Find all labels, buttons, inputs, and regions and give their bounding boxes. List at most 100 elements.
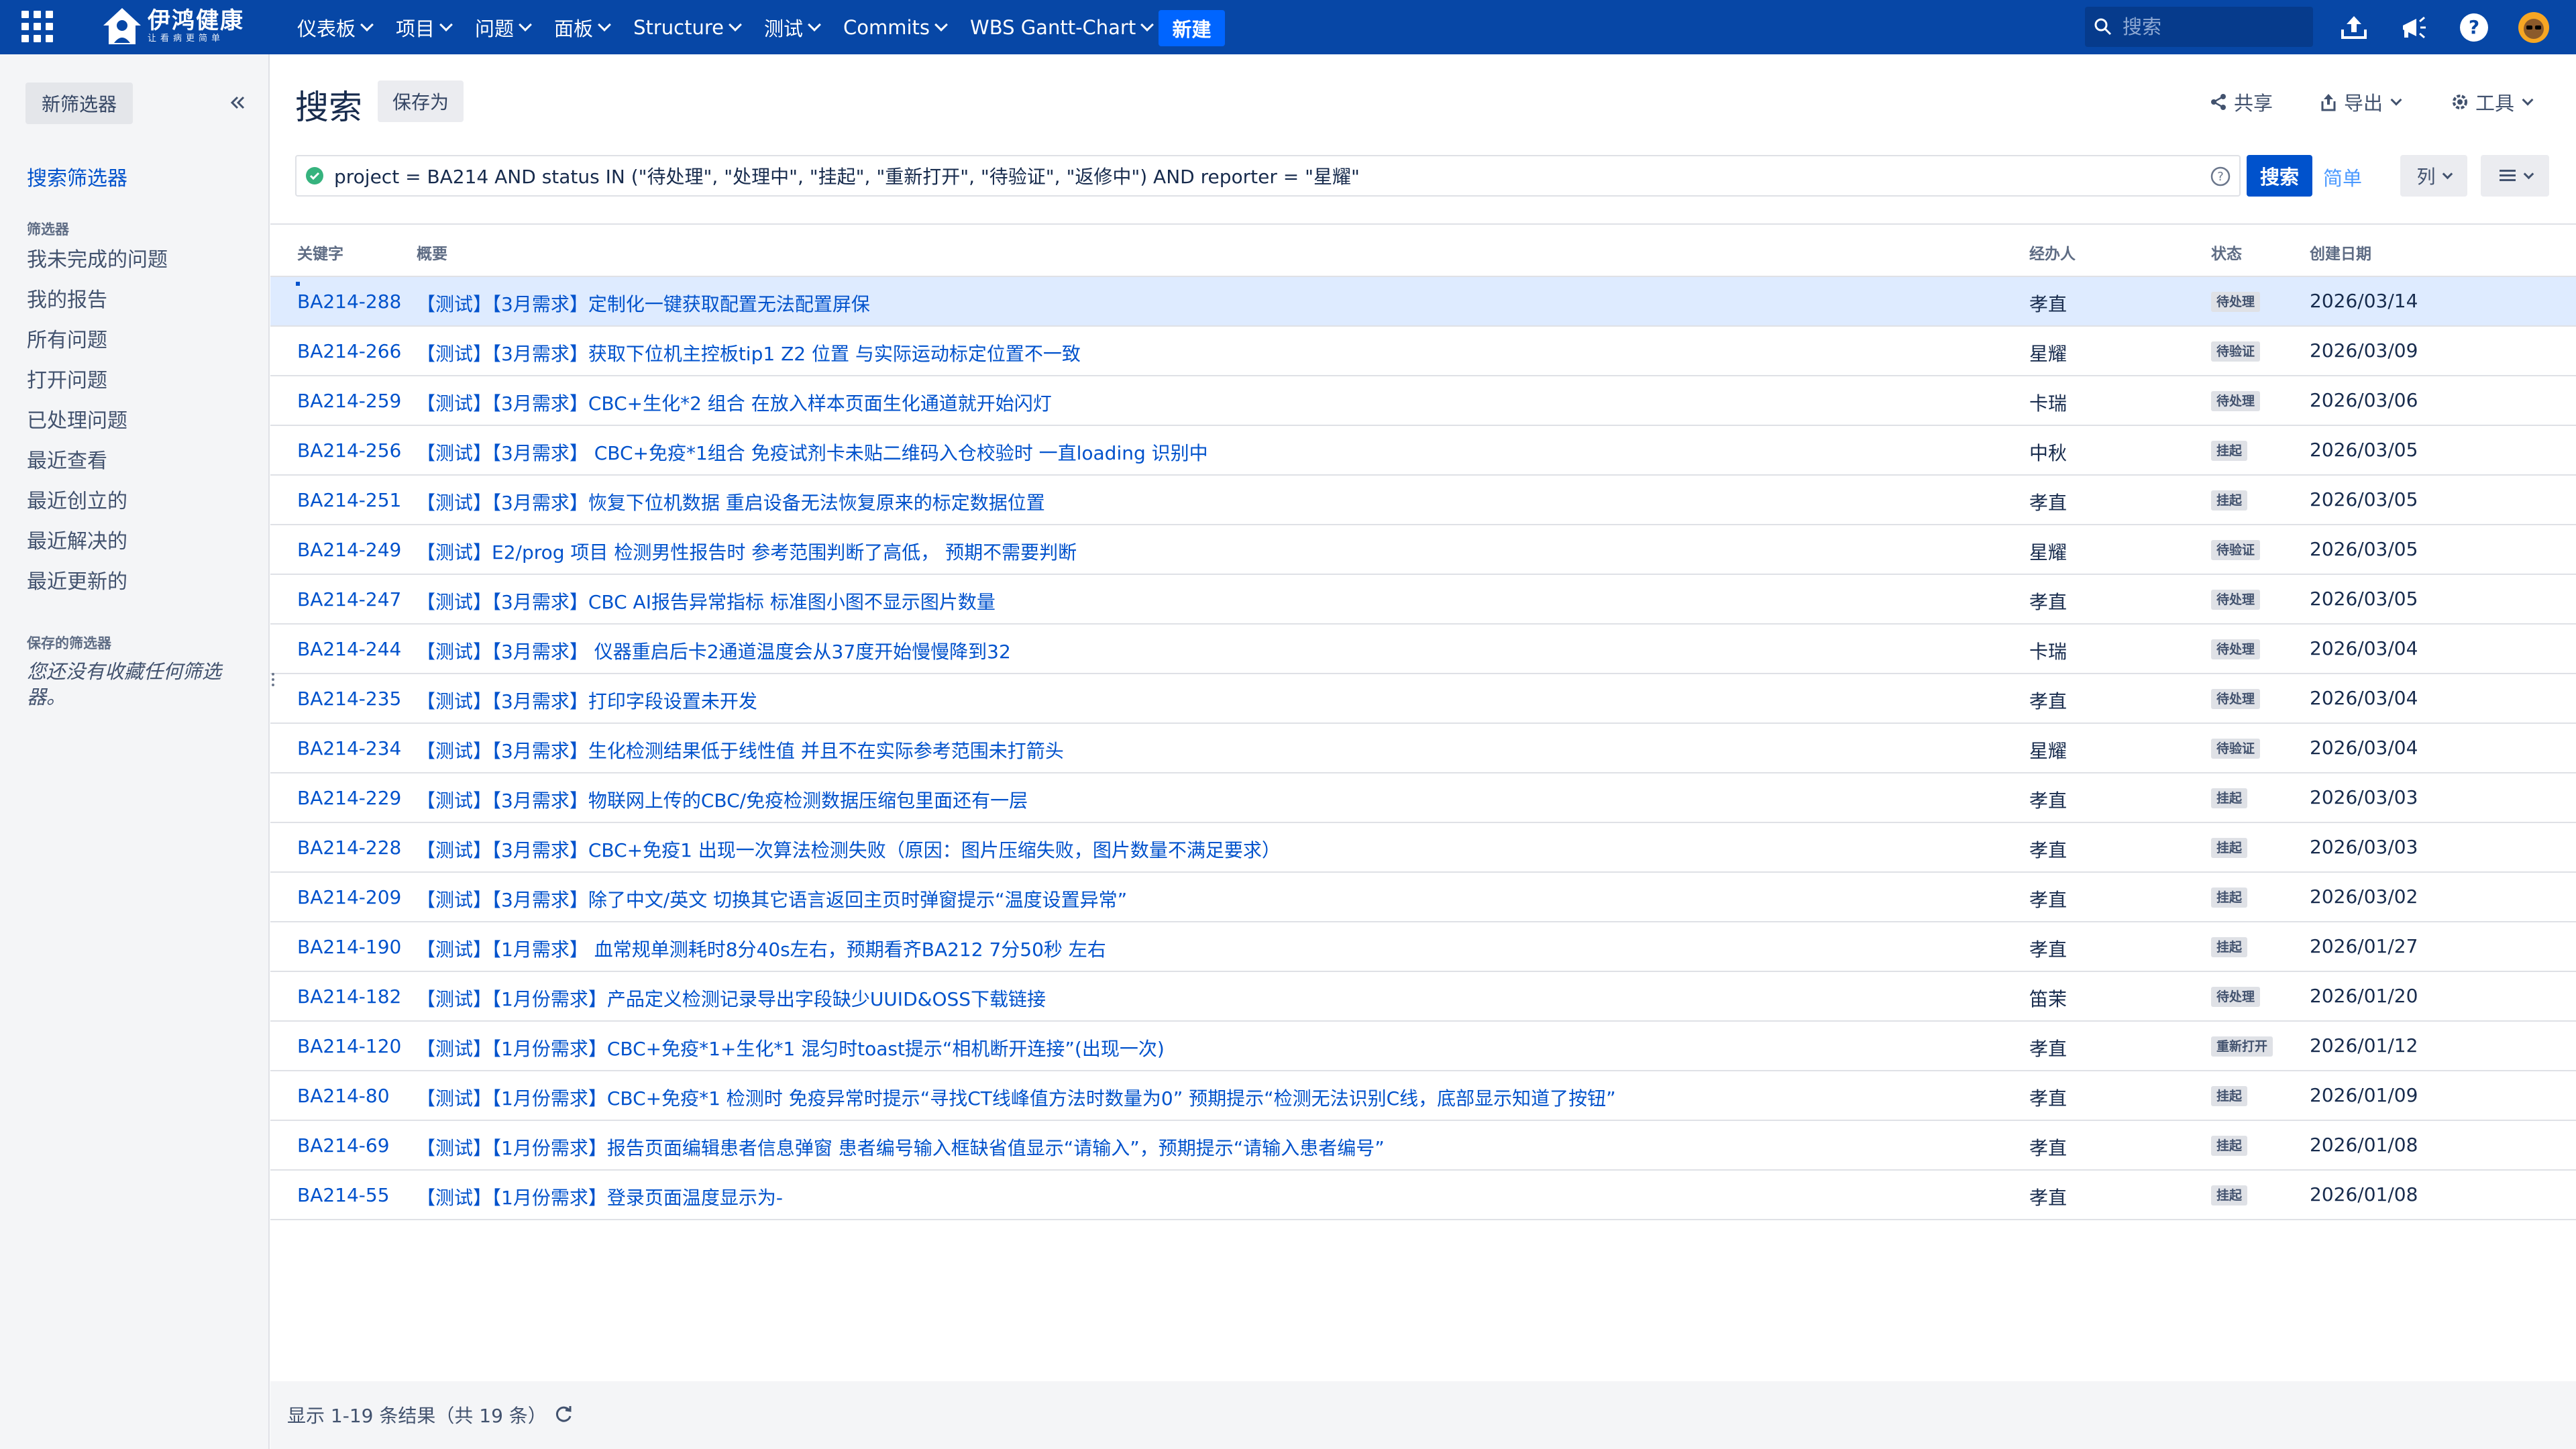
issue-key-link[interactable]: BA214-190 xyxy=(297,936,401,958)
issue-summary-link[interactable]: 【测试】【3月需求】生化检测结果低于线性值 并且不在实际参考范围未打箭头 xyxy=(417,737,1064,763)
table-row[interactable]: BA214-247 【测试】【3月需求】CBC AI报告异常指标 标准图小图不显示… xyxy=(270,575,2576,625)
issue-key-link[interactable]: BA214-256 xyxy=(297,439,401,462)
table-row[interactable]: BA214-251 【测试】【3月需求】恢复下位机数据 重启设备无法恢复原来的标定… xyxy=(270,476,2576,525)
filter-created-recently[interactable]: 最近创立的 xyxy=(27,488,168,529)
filter-my-open-issues[interactable]: 我未完成的问题 xyxy=(27,247,168,287)
menu-commits[interactable]: Commits xyxy=(831,0,958,54)
issue-key-link[interactable]: BA214-120 xyxy=(297,1035,401,1057)
issue-key-link[interactable]: BA214-80 xyxy=(297,1085,390,1107)
table-row[interactable]: BA214-80 【测试】【1月份需求】CBC+免疫*1 检测时 免疫异常时提示“… xyxy=(270,1071,2576,1121)
issue-summary-link[interactable]: 【测试】【3月需求】恢复下位机数据 重启设备无法恢复原来的标定数据位置 xyxy=(417,488,1045,515)
share-button[interactable]: 共享 xyxy=(2208,87,2273,117)
new-filter-button[interactable]: 新筛选器 xyxy=(25,83,133,124)
issue-summary-link[interactable]: 【测试】【1月份需求】登录页面温度显示为- xyxy=(417,1183,783,1210)
issue-key-link[interactable]: BA214-244 xyxy=(297,638,401,660)
issue-summary-link[interactable]: 【测试】【3月需求】CBC AI报告异常指标 标准图小图不显示图片数量 xyxy=(417,588,996,614)
basic-mode-link[interactable]: 简单 xyxy=(2323,163,2362,191)
table-row[interactable]: BA214-266 【测试】【3月需求】获取下位机主控板tip1 Z2 位置 与实… xyxy=(270,327,2576,376)
user-avatar-icon[interactable] xyxy=(2517,11,2551,44)
app-switcher-icon[interactable] xyxy=(20,9,54,43)
save-as-button[interactable]: 保存为 xyxy=(378,80,464,122)
global-search-input[interactable] xyxy=(2121,15,2302,39)
menu-issues[interactable]: 问题 xyxy=(463,0,542,54)
tools-button[interactable]: 工具 xyxy=(2450,87,2534,117)
table-row[interactable]: BA214-234 【测试】【3月需求】生化检测结果低于线性值 并且不在实际参考范… xyxy=(270,724,2576,773)
menu-projects[interactable]: 项目 xyxy=(384,0,463,54)
issue-summary-link[interactable]: 【测试】【1月份需求】CBC+免疫*1 检测时 免疫异常时提示“寻找CT线峰值方… xyxy=(417,1084,1616,1111)
query-help-icon[interactable]: ? xyxy=(2210,166,2231,187)
sidebar-resize-handle[interactable] xyxy=(272,673,276,693)
filter-resolved-recently[interactable]: 最近解决的 xyxy=(27,529,168,569)
table-row[interactable]: BA214-55 【测试】【1月份需求】登录页面温度显示为- 孝直 挂起 2026/01… xyxy=(270,1171,2576,1220)
view-options-button[interactable] xyxy=(2481,155,2549,197)
table-row[interactable]: BA214-288 【测试】【3月需求】定制化一键获取配置无法配置屏保 孝直 待处理 2… xyxy=(270,277,2576,327)
issue-key-link[interactable]: BA214-266 xyxy=(297,340,401,362)
issue-summary-link[interactable]: 【测试】【3月需求】除了中文/英文 切换其它语言返回主页时弹窗提示“温度设置异常… xyxy=(417,885,1127,912)
issue-key-link[interactable]: BA214-209 xyxy=(297,886,401,908)
issue-key-link[interactable]: BA214-249 xyxy=(297,539,401,561)
jql-query-input[interactable]: project = BA214 AND status IN ("待处理", "处… xyxy=(295,155,2241,197)
column-header-assignee[interactable]: 经办人 xyxy=(2029,241,2076,264)
columns-button[interactable]: 列 xyxy=(2400,155,2467,197)
global-search[interactable] xyxy=(2085,7,2313,47)
issue-key-link[interactable]: BA214-247 xyxy=(297,588,401,610)
table-row[interactable]: BA214-120 【测试】【1月份需求】CBC+免疫*1+生化*1 混匀时toa… xyxy=(270,1022,2576,1071)
filter-open-issues[interactable]: 打开问题 xyxy=(27,368,168,408)
issue-summary-link[interactable]: 【测试】E2/prog 项目 检测男性报告时 参考范围判断了高低， 预期不需要判… xyxy=(417,538,1077,565)
menu-wbs-gantt[interactable]: WBS Gantt-Chart xyxy=(958,0,1164,54)
notification-megaphone-icon[interactable] xyxy=(2396,11,2430,44)
issue-key-link[interactable]: BA214-55 xyxy=(297,1184,390,1206)
table-row[interactable]: BA214-235 【测试】【3月需求】打印字段设置未开发 孝直 待处理 2026/03… xyxy=(270,674,2576,724)
column-header-created[interactable]: 创建日期 xyxy=(2310,241,2371,264)
filter-all-issues[interactable]: 所有问题 xyxy=(27,327,168,368)
issue-summary-link[interactable]: 【测试】【3月需求】 仪器重启后卡2通道温度会从37度开始慢慢降到32 xyxy=(417,637,1011,664)
issue-summary-link[interactable]: 【测试】【1月份需求】报告页面编辑患者信息弹窗 患者编号输入框缺省值显示“请输入… xyxy=(417,1134,1385,1161)
issue-key-link[interactable]: BA214-235 xyxy=(297,688,401,710)
issue-summary-link[interactable]: 【测试】【3月需求】定制化一键获取配置无法配置屏保 xyxy=(417,290,870,317)
issue-summary-link[interactable]: 【测试】【1月需求】 血常规单测耗时8分40s左右，预期看齐BA212 7分50… xyxy=(417,935,1106,962)
table-row[interactable]: BA214-228 【测试】【3月需求】CBC+免疫1 出现一次算法检测失败（原因… xyxy=(270,823,2576,873)
menu-tests[interactable]: 测试 xyxy=(752,0,831,54)
search-button[interactable]: 搜索 xyxy=(2247,155,2312,197)
issue-summary-link[interactable]: 【测试】【1月份需求】产品定义检测记录导出字段缺少UUID&OSS下载链接 xyxy=(417,985,1046,1012)
jql-query-text[interactable]: project = BA214 AND status IN ("待处理", "处… xyxy=(334,162,1360,189)
find-filters-link[interactable]: 搜索筛选器 xyxy=(27,162,127,191)
issue-key-link[interactable]: BA214-259 xyxy=(297,390,401,412)
refresh-icon[interactable] xyxy=(552,1403,575,1426)
filter-done-issues[interactable]: 已处理问题 xyxy=(27,408,168,448)
table-row[interactable]: BA214-209 【测试】【3月需求】除了中文/英文 切换其它语言返回主页时弹窗… xyxy=(270,873,2576,922)
collapse-sidebar-icon[interactable] xyxy=(224,89,251,116)
brand-logo[interactable]: 伊鸿健康 让看病更简单 xyxy=(101,4,248,50)
menu-structure[interactable]: Structure xyxy=(621,0,752,54)
issue-summary-link[interactable]: 【测试】【3月需求】 CBC+免疫*1组合 免疫试剂卡未贴二维码入仓校验时 一直… xyxy=(417,439,1208,466)
export-button[interactable]: 导出 xyxy=(2318,87,2402,117)
upload-icon[interactable] xyxy=(2337,11,2371,44)
issue-key-link[interactable]: BA214-251 xyxy=(297,489,401,511)
menu-boards[interactable]: 面板 xyxy=(542,0,621,54)
issue-key-link[interactable]: BA214-228 xyxy=(297,837,401,859)
table-row[interactable]: BA214-229 【测试】【3月需求】物联网上传的CBC/免疫检测数据压缩包里面… xyxy=(270,773,2576,823)
filter-viewed-recently[interactable]: 最近查看 xyxy=(27,448,168,488)
table-row[interactable]: BA214-256 【测试】【3月需求】 CBC+免疫*1组合 免疫试剂卡未贴二维… xyxy=(270,426,2576,476)
issue-key-link[interactable]: BA214-229 xyxy=(297,787,401,809)
table-row[interactable]: BA214-190 【测试】【1月需求】 血常规单测耗时8分40s左右，预期看齐B… xyxy=(270,922,2576,972)
table-row[interactable]: BA214-182 【测试】【1月份需求】产品定义检测记录导出字段缺少UUID&O… xyxy=(270,972,2576,1022)
issue-key-link[interactable]: BA214-288 xyxy=(297,290,401,313)
column-header-summary[interactable]: 概要 xyxy=(417,241,447,264)
table-row[interactable]: BA214-244 【测试】【3月需求】 仪器重启后卡2通道温度会从37度开始慢慢… xyxy=(270,625,2576,674)
issue-key-link[interactable]: BA214-69 xyxy=(297,1134,390,1157)
table-row[interactable]: BA214-69 【测试】【1月份需求】报告页面编辑患者信息弹窗 患者编号输入框缺… xyxy=(270,1121,2576,1171)
issue-summary-link[interactable]: 【测试】【1月份需求】CBC+免疫*1+生化*1 混匀时toast提示“相机断开… xyxy=(417,1034,1165,1061)
table-row[interactable]: BA214-249 【测试】E2/prog 项目 检测男性报告时 参考范围判断了高… xyxy=(270,525,2576,575)
issue-summary-link[interactable]: 【测试】【3月需求】获取下位机主控板tip1 Z2 位置 与实际运动标定位置不一… xyxy=(417,339,1081,366)
menu-dashboards[interactable]: 仪表板 xyxy=(285,0,384,54)
issue-summary-link[interactable]: 【测试】【3月需求】CBC+免疫1 出现一次算法检测失败（原因：图片压缩失败，图… xyxy=(417,836,1281,863)
table-row[interactable]: BA214-259 【测试】【3月需求】CBC+生化*2 组合 在放入样本页面生化… xyxy=(270,376,2576,426)
issue-key-link[interactable]: BA214-182 xyxy=(297,985,401,1008)
column-header-status[interactable]: 状态 xyxy=(2211,241,2242,264)
issue-key-link[interactable]: BA214-234 xyxy=(297,737,401,759)
issue-summary-link[interactable]: 【测试】【3月需求】物联网上传的CBC/免疫检测数据压缩包里面还有一层 xyxy=(417,786,1028,813)
issue-summary-link[interactable]: 【测试】【3月需求】CBC+生化*2 组合 在放入样本页面生化通道就开始闪灯 xyxy=(417,389,1052,416)
column-header-key[interactable]: 关键字 xyxy=(297,241,343,264)
filter-updated-recently[interactable]: 最近更新的 xyxy=(27,569,168,609)
